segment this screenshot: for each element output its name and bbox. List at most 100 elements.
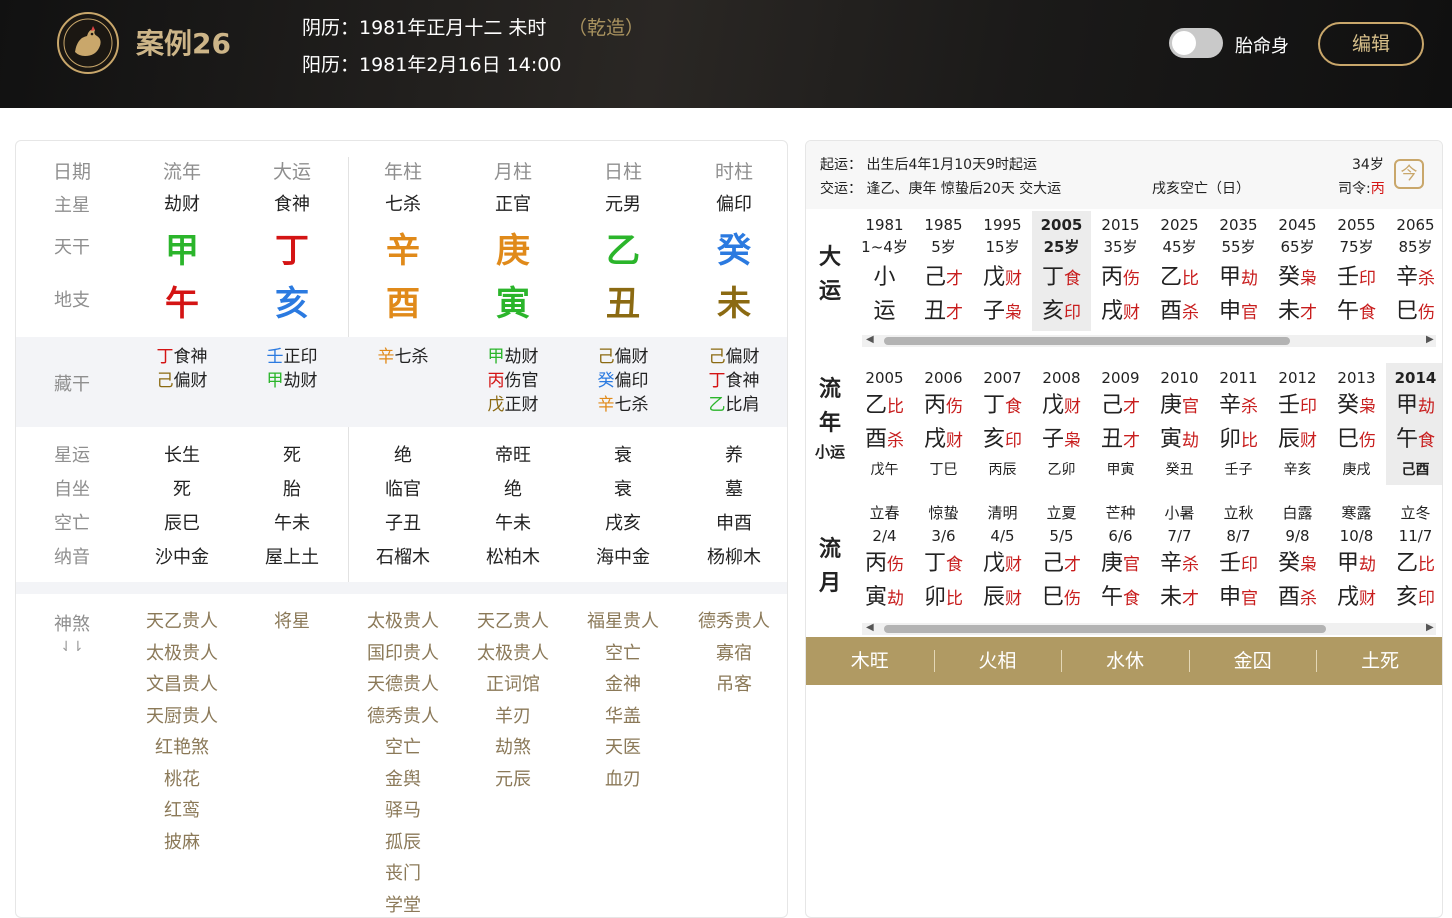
- liunian-column[interactable]: 2009 己才 丑才 甲寅: [1091, 363, 1150, 485]
- liunian-column[interactable]: 2013 癸枭 巳伤 庚戌: [1327, 363, 1386, 485]
- dayun-column[interactable]: 1981 1~4岁小运: [855, 211, 914, 331]
- hidden-stem-god: 食神: [725, 371, 760, 391]
- shensha-item[interactable]: 学堂: [348, 890, 458, 918]
- ten-god-label: 伤: [1064, 589, 1081, 609]
- shensha-item[interactable]: 空亡: [348, 732, 458, 764]
- shensha-item[interactable]: 吊客: [679, 669, 787, 701]
- toggle-knob: [1172, 31, 1196, 55]
- liuyue-column[interactable]: 立春 2/4 丙伤 寅劫: [855, 499, 914, 617]
- shensha-item[interactable]: 国印贵人: [348, 638, 458, 670]
- shensha-item[interactable]: 太极贵人: [127, 638, 237, 670]
- shensha-item[interactable]: 太极贵人: [458, 638, 568, 670]
- liunian-column[interactable]: 2005 乙比 酉杀 戊午: [855, 363, 914, 485]
- liuyue-column[interactable]: 清明 4/5 戊财 辰财: [973, 499, 1032, 617]
- dayun-column[interactable]: 2025 45岁 乙比 酉杀: [1150, 211, 1209, 331]
- scroll-thumb[interactable]: [884, 337, 1290, 345]
- rooster-logo-icon: [57, 12, 119, 74]
- liunian-branch: 午食: [1386, 425, 1442, 456]
- liuyue-column[interactable]: 芒种 6/6 庚官 午食: [1091, 499, 1150, 617]
- dayun-column[interactable]: 2035 55岁 甲劫 申官: [1209, 211, 1268, 331]
- dayun-branch: 申官: [1209, 297, 1268, 328]
- liuyue-scrollbar[interactable]: [862, 623, 1436, 635]
- taimingshen-toggle[interactable]: [1169, 28, 1223, 58]
- liunian-column[interactable]: 2011 辛杀 卯比 壬子: [1209, 363, 1268, 485]
- shensha-item[interactable]: 天厨贵人: [127, 701, 237, 733]
- shensha-item[interactable]: 文昌贵人: [127, 669, 237, 701]
- hidden-stem-item: 戊正财: [458, 393, 568, 417]
- dayun-column[interactable]: 2015 35岁 丙伤 戌财: [1091, 211, 1150, 331]
- shensha-item[interactable]: 红鸾: [127, 795, 237, 827]
- shensha-item[interactable]: 披麻: [127, 827, 237, 859]
- dayun-column[interactable]: 2055 75岁 壬印 午食: [1327, 211, 1386, 331]
- ten-god-label: 劫: [1241, 269, 1258, 289]
- liuyue-branch: 戌财: [1327, 583, 1386, 614]
- shensha-item[interactable]: 丧门: [348, 858, 458, 890]
- shensha-item[interactable]: 桃花: [127, 764, 237, 796]
- shensha-item[interactable]: 金舆: [348, 764, 458, 796]
- liunian-column[interactable]: 2006 丙伤 戌财 丁巳: [914, 363, 973, 485]
- dayun-column[interactable]: 2065 85岁 辛杀 巳伤: [1386, 211, 1442, 331]
- heavenly-stem: 庚: [496, 231, 530, 271]
- solar-term: 立冬: [1400, 504, 1431, 522]
- dayun-column[interactable]: 1985 5岁 己才 丑才: [914, 211, 973, 331]
- ten-god-label: 食: [1418, 431, 1435, 451]
- scroll-left-icon[interactable]: ◀: [866, 334, 874, 345]
- liuyue-column[interactable]: 立秋 8/7 壬印 申官: [1209, 499, 1268, 617]
- dayun-column[interactable]: 2045 65岁 癸枭 未才: [1268, 211, 1327, 331]
- hidden-stem-item: 己偏财: [679, 345, 787, 369]
- shensha-item[interactable]: 华盖: [568, 701, 678, 733]
- dayun-column[interactable]: 2005 25岁 丁食 亥印: [1032, 211, 1091, 331]
- shensha-item[interactable]: 金神: [568, 669, 678, 701]
- liuyue-column[interactable]: 小暑 7/7 辛杀 未才: [1150, 499, 1209, 617]
- liuyue-column[interactable]: 惊蛰 3/6 丁食 卯比: [914, 499, 973, 617]
- gan-zhi-char: 巳: [1395, 299, 1418, 324]
- shensha-item[interactable]: 德秀贵人: [348, 701, 458, 733]
- hidden-stems: 甲劫财 丙伤官 戊正财: [458, 345, 568, 417]
- shensha-item[interactable]: 元辰: [458, 764, 568, 796]
- edit-button[interactable]: 编辑: [1318, 22, 1424, 66]
- shensha-item[interactable]: 红艳煞: [127, 732, 237, 764]
- gan-zhi-char: 午: [1395, 427, 1418, 452]
- dayun-stem: 乙比: [1150, 263, 1209, 294]
- dayun-scrollbar[interactable]: [862, 335, 1436, 347]
- scroll-right-icon[interactable]: ▶: [1426, 622, 1434, 633]
- shensha-item[interactable]: 羊刃: [458, 701, 568, 733]
- liunian-column[interactable]: 2010 庚官 寅劫 癸丑: [1150, 363, 1209, 485]
- calendar-icon[interactable]: 今: [1394, 159, 1424, 189]
- liuyue-column[interactable]: 寒露 10/8 甲劫 戌财: [1327, 499, 1386, 617]
- shensha-item[interactable]: 福星贵人: [568, 606, 678, 638]
- shensha-item[interactable]: 劫煞: [458, 732, 568, 764]
- dayun-branch: 丑才: [914, 297, 973, 328]
- shensha-item[interactable]: 天乙贵人: [458, 606, 568, 638]
- shensha-item[interactable]: 太极贵人: [348, 606, 458, 638]
- liunian-column[interactable]: 2014 甲劫 午食 己酉: [1386, 363, 1442, 485]
- dayun-column[interactable]: 1995 15岁 戊财 子枭: [973, 211, 1032, 331]
- shensha-item[interactable]: 正词馆: [458, 669, 568, 701]
- star-fortune: 绝: [394, 445, 412, 466]
- scroll-left-icon[interactable]: ◀: [866, 622, 874, 633]
- liuyue-column[interactable]: 白露 9/8 癸枭 酉杀: [1268, 499, 1327, 617]
- shensha-item[interactable]: 将星: [237, 606, 347, 638]
- shensha-item[interactable]: 驿马: [348, 795, 458, 827]
- shensha-item[interactable]: 血刃: [568, 764, 678, 796]
- shensha-item[interactable]: 天德贵人: [348, 669, 458, 701]
- liunian-column[interactable]: 2012 壬印 辰财 辛亥: [1268, 363, 1327, 485]
- shensha-toggle-icon[interactable]: ⇃⇂: [16, 639, 128, 655]
- gan-zhi-char: 乙: [1159, 265, 1182, 290]
- shensha-item[interactable]: 空亡: [568, 638, 678, 670]
- liuyue-branch: 卯比: [914, 583, 973, 614]
- shensha-item[interactable]: 德秀贵人: [679, 606, 787, 638]
- ten-god-label: 枭: [1300, 555, 1317, 575]
- liunian-column[interactable]: 2007 丁食 亥印 丙辰: [973, 363, 1032, 485]
- liunian-column[interactable]: 2008 戊财 子枭 乙卯: [1032, 363, 1091, 485]
- liuyue-column[interactable]: 立冬 11/7 乙比 亥印: [1386, 499, 1442, 617]
- scroll-thumb[interactable]: [884, 625, 1326, 633]
- hidden-stem-char: 己: [597, 347, 615, 367]
- shensha-item[interactable]: 寡宿: [679, 638, 787, 670]
- shensha-item[interactable]: 孤辰: [348, 827, 458, 859]
- toggle-label: 胎命身: [1235, 36, 1289, 57]
- liuyue-column[interactable]: 立夏 5/5 己才 巳伤: [1032, 499, 1091, 617]
- shensha-item[interactable]: 天乙贵人: [127, 606, 237, 638]
- scroll-right-icon[interactable]: ▶: [1426, 334, 1434, 345]
- shensha-item[interactable]: 天医: [568, 732, 678, 764]
